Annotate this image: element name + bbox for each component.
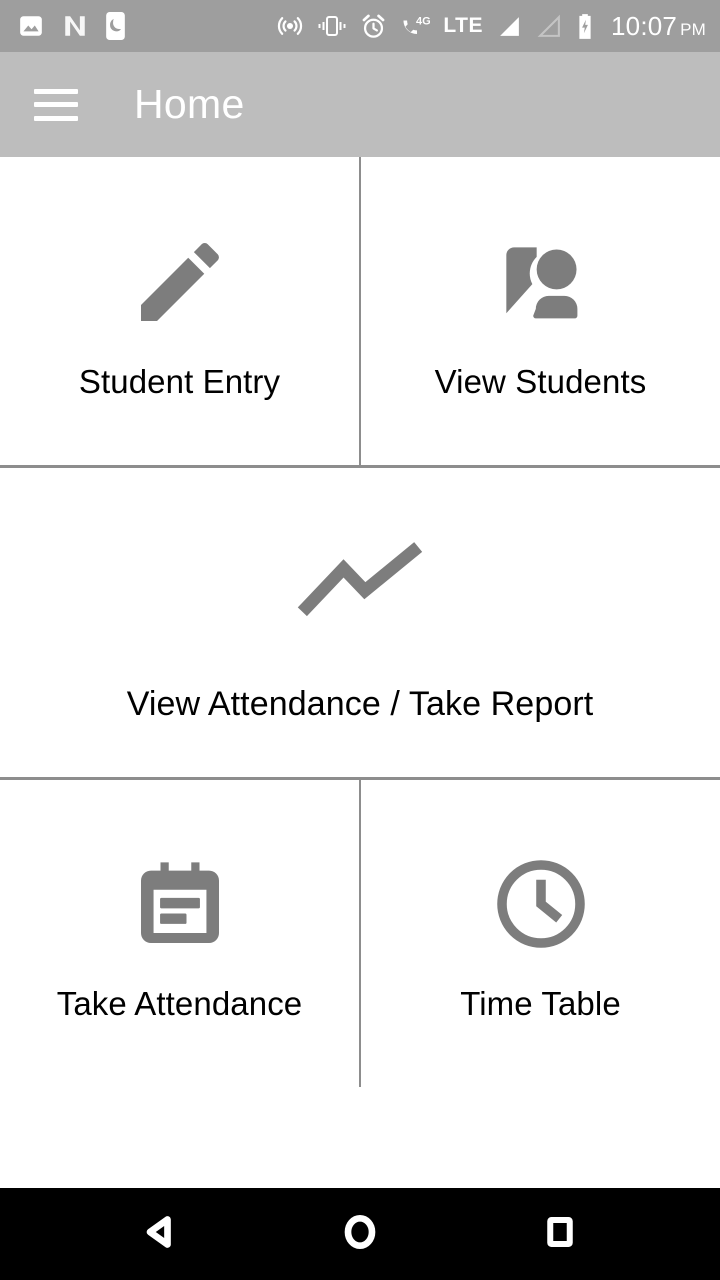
hamburger-line-1 (34, 88, 78, 94)
back-button[interactable] (114, 1188, 206, 1280)
home-button[interactable] (314, 1188, 406, 1280)
hamburger-line-2 (34, 102, 78, 107)
signal-bars-empty-icon (536, 14, 563, 39)
status-bar-right-icons: 4G LTE 10:07 PM (276, 11, 706, 42)
account-box-people-icon (489, 222, 593, 342)
hotspot-icon (276, 12, 304, 40)
android-navigation-bar (0, 1188, 720, 1280)
android-n-icon (62, 13, 88, 39)
hamburger-menu-icon[interactable] (34, 88, 78, 121)
status-bar-left-icons (18, 12, 125, 40)
circle-home-icon (340, 1212, 380, 1257)
tile-label: View Students (434, 362, 647, 400)
grid-row-1: Student Entry View Students (0, 157, 720, 465)
phone-screen: 4G LTE 10:07 PM Home Student Entry View … (0, 0, 720, 1280)
call-4g-icon: 4G (400, 13, 430, 39)
page-title: Home (134, 81, 245, 127)
grid-tail-space (0, 1087, 720, 1188)
alarm-icon (360, 13, 387, 40)
image-icon (18, 13, 44, 39)
signal-bars-full-icon (496, 14, 523, 39)
grid-row-2: View Attendance / Take Report (0, 468, 720, 777)
tile-label: Take Attendance (56, 985, 303, 1023)
triangle-back-icon (140, 1212, 180, 1257)
status-bar: 4G LTE 10:07 PM (0, 0, 720, 52)
tile-take-attendance[interactable]: Take Attendance (0, 780, 359, 1087)
svg-text:4G: 4G (416, 16, 430, 28)
hamburger-line-3 (34, 115, 78, 121)
battery-charging-icon (576, 13, 594, 40)
tile-view-attendance-take-report[interactable]: View Attendance / Take Report (0, 468, 720, 777)
grid-row-3: Take Attendance Time Table (0, 780, 720, 1087)
pencil-edit-icon (128, 222, 232, 342)
home-grid: Student Entry View Students View Attenda… (0, 157, 720, 1188)
tile-view-students[interactable]: View Students (361, 157, 720, 465)
clock-icon (489, 844, 593, 964)
tile-label: Student Entry (78, 362, 281, 400)
tile-time-table[interactable]: Time Table (361, 780, 720, 1087)
status-bar-clock: 10:07 PM (611, 11, 706, 42)
app-bar: Home (0, 52, 720, 157)
calendar-event-note-icon (128, 844, 232, 964)
lte-label: LTE (443, 14, 484, 37)
moon-do-not-disturb-icon (106, 12, 125, 40)
tile-student-entry[interactable]: Student Entry (0, 157, 359, 465)
tile-label: Time Table (460, 985, 621, 1023)
recents-button[interactable] (514, 1188, 606, 1280)
clock-period: PM (680, 19, 706, 39)
vibrate-icon (317, 13, 347, 39)
tile-label: View Attendance / Take Report (126, 684, 594, 723)
trending-line-chart-icon (297, 522, 423, 642)
clock-time: 10:07 (611, 10, 678, 41)
square-recents-icon (542, 1214, 578, 1255)
